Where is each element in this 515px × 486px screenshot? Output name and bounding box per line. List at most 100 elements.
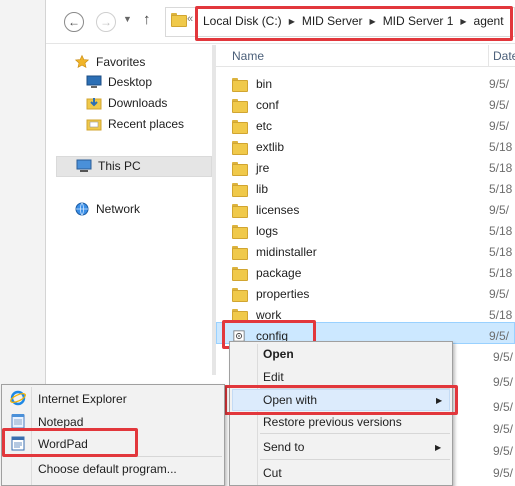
file-name: midinstaller	[256, 244, 317, 259]
nav-item-label: Downloads	[108, 96, 168, 110]
list-item[interactable]: etc 9/5/	[232, 115, 515, 136]
chevron-down-icon: ▼	[123, 14, 132, 24]
list-item[interactable]: properties 9/5/	[232, 283, 515, 304]
nav-item-downloads[interactable]: Downloads	[86, 96, 167, 110]
file-date: 9/5/	[489, 202, 510, 217]
desktop-icon	[86, 75, 102, 88]
folder-icon	[232, 182, 248, 197]
breadcrumb-overflow[interactable]: «	[187, 13, 193, 25]
menu-item-choose-default-program[interactable]: Choose default program...	[38, 462, 177, 476]
nav-item-recent-places[interactable]: Recent places	[86, 117, 184, 131]
computer-icon	[76, 159, 92, 172]
nav-item-label: Recent places	[108, 117, 185, 131]
file-date: 9/5/	[493, 466, 514, 480]
open-with-highlight-box	[224, 385, 458, 415]
file-name: conf	[256, 97, 279, 112]
file-date: 5/18	[489, 181, 513, 196]
list-item[interactable]: extlib 5/18	[232, 136, 515, 157]
folder-icon	[232, 266, 248, 281]
menu-separator	[260, 433, 450, 434]
list-item[interactable]: logs 5/18	[232, 220, 515, 241]
file-name: lib	[256, 181, 269, 196]
menu-separator	[260, 459, 450, 460]
file-date: 5/18	[489, 244, 513, 259]
submenu-arrow-icon: ▶	[435, 443, 442, 452]
folder-icon	[232, 119, 248, 134]
file-name: bin	[256, 76, 273, 91]
file-date: 9/5/	[493, 350, 514, 364]
nav-item-desktop[interactable]: Desktop	[86, 75, 152, 89]
file-date: 9/5/	[489, 97, 510, 112]
menu-item-open[interactable]: Open	[263, 347, 294, 361]
file-date: 9/5/	[493, 444, 514, 458]
menu-item-cut[interactable]: Cut	[263, 466, 282, 480]
list-item[interactable]: licenses 9/5/	[232, 199, 515, 220]
nav-network[interactable]: Network	[74, 201, 140, 217]
up-arrow-icon: ↑	[143, 11, 151, 28]
folder-icon	[232, 203, 248, 218]
list-item[interactable]: package 5/18	[232, 262, 515, 283]
file-date: 5/18	[489, 139, 513, 154]
file-list: bin 9/5/ conf 9/5/ etc 9/5/ extlib 5/18 jre 5…	[232, 73, 515, 347]
recent-places-icon	[86, 119, 102, 131]
address-highlight-box	[195, 6, 513, 41]
file-date: 5/18	[489, 307, 513, 322]
nav-this-pc-label: This PC	[98, 159, 141, 173]
back-button[interactable]: ←	[64, 12, 84, 32]
forward-button[interactable]: →	[96, 12, 116, 32]
folder-icon	[232, 245, 248, 260]
file-date: 5/18	[489, 265, 513, 280]
file-name: package	[256, 265, 302, 280]
recent-locations-button[interactable]: ▼	[123, 14, 132, 24]
column-divider[interactable]	[488, 45, 489, 67]
menu-item-internet-explorer[interactable]: Internet Explorer	[38, 392, 127, 406]
wordpad-highlight-box	[2, 428, 138, 457]
file-date: 9/5/	[493, 400, 514, 414]
folder-icon	[232, 98, 248, 113]
folder-icon	[232, 161, 248, 176]
file-date: 5/18	[489, 223, 513, 238]
notepad-icon	[11, 414, 25, 429]
internet-explorer-icon	[10, 390, 26, 406]
menu-item-notepad[interactable]: Notepad	[38, 415, 83, 429]
column-header-date[interactable]: Date	[493, 49, 515, 63]
nav-item-label: Desktop	[108, 75, 153, 89]
menu-item-send-to[interactable]: Send to	[263, 440, 304, 454]
file-name: extlib	[256, 139, 285, 154]
folder-icon	[171, 13, 187, 27]
folder-icon	[232, 308, 248, 323]
folder-icon	[232, 224, 248, 239]
file-date: 9/5/	[489, 76, 510, 91]
nav-network-label: Network	[96, 202, 141, 216]
folder-icon	[232, 140, 248, 155]
file-name: logs	[256, 223, 279, 238]
nav-favorites-label: Favorites	[96, 55, 146, 69]
list-item[interactable]: lib 5/18	[232, 178, 515, 199]
file-name: etc	[256, 118, 273, 133]
file-name: jre	[256, 160, 270, 175]
nav-this-pc[interactable]: This PC	[76, 159, 141, 173]
file-date: 9/5/	[489, 329, 510, 343]
list-item[interactable]: bin 9/5/	[232, 73, 515, 94]
network-icon	[75, 202, 89, 216]
folder-icon	[232, 77, 248, 92]
file-date: 9/5/	[493, 422, 514, 436]
downloads-icon	[86, 98, 102, 110]
forward-arrow-icon: →	[100, 15, 112, 29]
up-button[interactable]: ↑	[143, 11, 151, 28]
column-header-name[interactable]: Name	[232, 49, 264, 63]
nav-favorites[interactable]: Favorites	[74, 54, 145, 70]
file-date: 9/5/	[489, 286, 510, 301]
menu-item-edit[interactable]: Edit	[263, 370, 284, 384]
folder-icon	[232, 287, 248, 302]
file-name: properties	[256, 286, 310, 301]
list-item[interactable]: conf 9/5/	[232, 94, 515, 115]
file-name: licenses	[256, 202, 300, 217]
menu-item-restore-previous-versions[interactable]: Restore previous versions	[263, 415, 402, 429]
file-date: 9/5/	[489, 118, 510, 133]
file-date: 5/18	[489, 160, 513, 175]
list-item[interactable]: jre 5/18	[232, 157, 515, 178]
list-item[interactable]: midinstaller 5/18	[232, 241, 515, 262]
star-icon	[74, 54, 90, 69]
back-arrow-icon: ←	[68, 15, 80, 29]
